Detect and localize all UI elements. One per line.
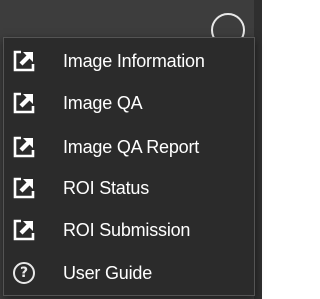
external-link-icon xyxy=(13,136,35,158)
menu-item-user-guide[interactable]: ? User Guide xyxy=(4,256,254,290)
menu-item-label: User Guide xyxy=(63,263,153,283)
external-link-icon xyxy=(13,92,35,114)
menu-item-image-qa[interactable]: Image QA xyxy=(4,86,254,120)
menu-item-label: ROI Status xyxy=(63,178,150,198)
background-edge xyxy=(254,0,262,299)
menu-item-roi-status[interactable]: ROI Status xyxy=(4,171,254,205)
external-link-icon xyxy=(13,219,35,241)
menu-item-label: Image Information xyxy=(63,51,205,71)
dropdown-menu: Image Information Image QA Image QA Repo… xyxy=(3,37,255,296)
menu-item-label: Image QA Report xyxy=(63,137,200,157)
external-link-icon xyxy=(13,50,35,72)
menu-item-roi-submission[interactable]: ROI Submission xyxy=(4,213,254,247)
menu-item-image-information[interactable]: Image Information xyxy=(4,44,254,78)
external-link-icon xyxy=(13,177,35,199)
help-icon: ? xyxy=(13,262,35,284)
menu-item-label: ROI Submission xyxy=(63,220,191,240)
menu-item-image-qa-report[interactable]: Image QA Report xyxy=(4,130,254,164)
menu-item-label: Image QA xyxy=(63,93,143,113)
